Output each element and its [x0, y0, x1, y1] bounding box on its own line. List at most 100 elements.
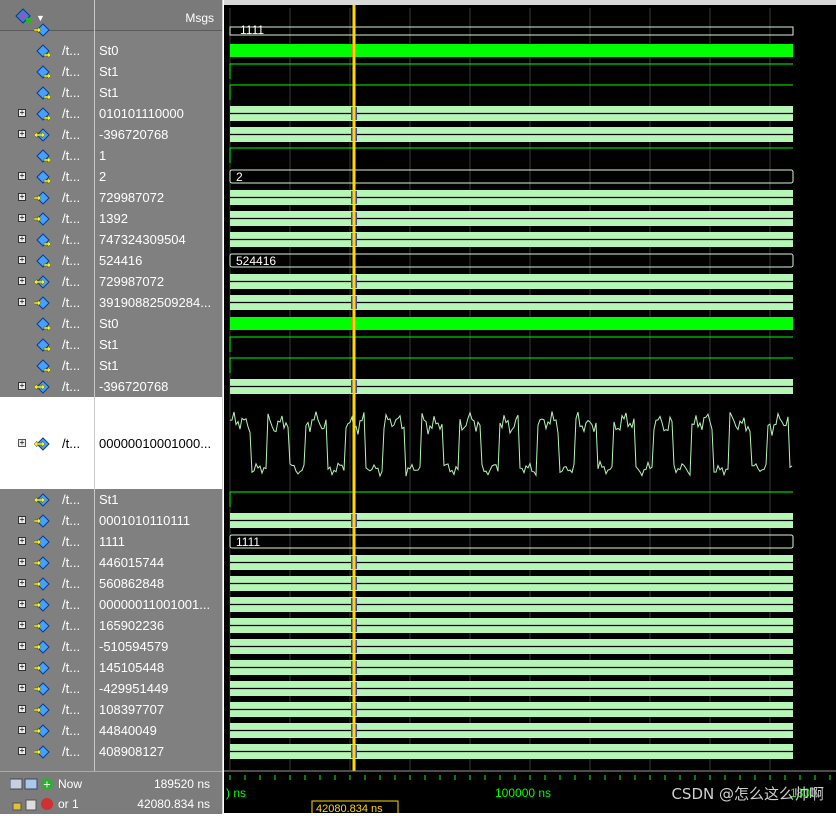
zoom-icon[interactable] — [24, 778, 38, 790]
signal-value-row[interactable]: 010101110000 — [95, 103, 222, 124]
signal-value-row[interactable]: 108397707 — [95, 699, 222, 720]
signal-value-row[interactable]: 1111 — [95, 531, 222, 552]
signal-name-row[interactable]: + /t... — [0, 187, 94, 208]
signal-name-row[interactable]: + /t... — [0, 657, 94, 678]
expand-icon[interactable]: + — [18, 172, 26, 180]
signal-value-row[interactable]: 39190882509284... — [95, 292, 222, 313]
signal-name-row[interactable]: /t... — [0, 313, 94, 334]
signal-name-row[interactable]: + /t... — [0, 208, 94, 229]
signal-value-row[interactable]: 00000010001000... — [95, 397, 222, 489]
signal-value: St1 — [99, 337, 119, 352]
expand-icon[interactable]: + — [18, 663, 26, 671]
signal-name-row[interactable]: + /t... — [0, 552, 94, 573]
signal-value-row[interactable]: -510594579 — [95, 636, 222, 657]
expand-icon[interactable]: + — [18, 747, 26, 755]
signal-value-row[interactable]: 560862848 — [95, 573, 222, 594]
edit-icon[interactable] — [25, 799, 37, 811]
signal-name-row[interactable]: + /t... — [0, 699, 94, 720]
signal-name-row[interactable]: + /t... — [0, 510, 94, 531]
expand-icon[interactable]: + — [18, 516, 26, 524]
expand-icon[interactable]: + — [18, 726, 26, 734]
signal-name-row[interactable]: + /t... — [0, 615, 94, 636]
signal-value-row[interactable]: 2 — [95, 166, 222, 187]
signal-name-row[interactable]: + /t... — [0, 124, 94, 145]
signal-value-row[interactable]: St1 — [95, 334, 222, 355]
signal-value-row[interactable]: 408908127 — [95, 741, 222, 762]
signal-name-row[interactable]: + /t... — [0, 720, 94, 741]
signal-value-pane[interactable]: Msgs St0 St1 St1 010101110000 -396720768 1 2 72… — [95, 0, 223, 813]
lock-icon[interactable] — [12, 802, 22, 811]
signal-value-row[interactable]: 1392 — [95, 208, 222, 229]
signal-name-pane[interactable]: ▼ /t.../t.../t... +/t... +/t.../t... +/t...… — [0, 0, 95, 813]
footer-icon-group[interactable]: + — [9, 777, 56, 791]
signal-name-row[interactable]: + /t... — [0, 229, 94, 250]
signal-name-row[interactable]: + /t... — [0, 292, 94, 313]
expand-icon[interactable]: + — [18, 621, 26, 629]
signal-name-row[interactable]: + /t... — [0, 103, 94, 124]
signal-value-row[interactable]: 1 — [95, 145, 222, 166]
signal-value-row[interactable]: -429951449 — [95, 678, 222, 699]
signal-value-row[interactable]: St1 — [95, 61, 222, 82]
remove-icon[interactable] — [41, 798, 53, 810]
waveform-pane[interactable]: 1111 2 524416 1111) ns 100000 ns 1800 42080.83… — [224, 0, 836, 813]
signal-value: 408908127 — [99, 744, 165, 759]
signal-name-row[interactable]: + /t... — [0, 166, 94, 187]
signal-value-row[interactable]: 165902236 — [95, 615, 222, 636]
signal-value-row[interactable]: 747324309504 — [95, 229, 222, 250]
signal-name-row[interactable]: /t... — [0, 355, 94, 376]
signal-name-row[interactable]: + /t... — [0, 376, 94, 397]
expand-icon[interactable]: + — [18, 382, 26, 390]
signal-name-row[interactable]: + /t... — [0, 594, 94, 615]
expand-icon[interactable]: + — [18, 277, 26, 285]
expand-icon[interactable]: + — [18, 109, 26, 117]
signal-value-row[interactable]: -396720768 — [95, 124, 222, 145]
expand-icon[interactable]: + — [18, 256, 26, 264]
expand-icon[interactable]: + — [18, 214, 26, 222]
signal-name-row[interactable]: /t... — [0, 40, 94, 61]
signal-name-row[interactable]: /t... — [0, 61, 94, 82]
signal-name-row[interactable]: + /t... — [0, 741, 94, 762]
signal-name-row[interactable]: + /t... — [0, 573, 94, 594]
expand-icon[interactable]: + — [18, 642, 26, 650]
expand-icon[interactable]: + — [18, 579, 26, 587]
signal-name-row[interactable]: /t... — [0, 82, 94, 103]
signal-value-row[interactable]: St1 — [95, 355, 222, 376]
signal-name-row[interactable]: /t... — [0, 145, 94, 166]
waveform-canvas[interactable]: 111125244161111) ns 100000 ns 180042080.83… — [224, 0, 836, 813]
signal-value-row[interactable]: 0001010110111 — [95, 510, 222, 531]
signal-name-row[interactable]: + /t... — [0, 531, 94, 552]
expand-icon[interactable]: + — [18, 235, 26, 243]
signal-name-row[interactable]: + /t... — [0, 397, 94, 489]
signal-value-row[interactable]: 524416 — [95, 250, 222, 271]
signal-name-row[interactable]: + /t... — [0, 636, 94, 657]
expand-icon[interactable]: + — [18, 684, 26, 692]
signal-name-row[interactable]: + /t... — [0, 250, 94, 271]
signal-value-row[interactable]: St0 — [95, 313, 222, 334]
expand-icon[interactable]: + — [18, 438, 26, 447]
cursor-icon-group[interactable] — [10, 797, 56, 811]
expand-icon[interactable]: + — [18, 193, 26, 201]
expand-icon[interactable]: + — [18, 558, 26, 566]
signal-value-row[interactable]: 00000011001001... — [95, 594, 222, 615]
signal-value-row[interactable]: 44840049 — [95, 720, 222, 741]
signal-name: /t... — [62, 295, 81, 310]
signal-name-row[interactable]: + /t... — [0, 678, 94, 699]
signal-value-row[interactable]: 729987072 — [95, 187, 222, 208]
signal-value-row[interactable]: 145105448 — [95, 657, 222, 678]
signal-name-row[interactable]: + /t... — [0, 271, 94, 292]
signal-value-row[interactable]: St0 — [95, 40, 222, 61]
signal-name-row[interactable]: /t... — [0, 489, 94, 510]
bus-const-label: 1111 — [236, 535, 260, 549]
signal-value-row[interactable]: -396720768 — [95, 376, 222, 397]
signal-value-row[interactable]: St1 — [95, 489, 222, 510]
signal-value-row[interactable]: St1 — [95, 82, 222, 103]
signal-value-row[interactable]: 729987072 — [95, 271, 222, 292]
expand-icon[interactable]: + — [18, 600, 26, 608]
signal-value-row[interactable]: 446015744 — [95, 552, 222, 573]
expand-icon[interactable]: + — [18, 130, 26, 138]
signal-name-row[interactable]: /t... — [0, 334, 94, 355]
expand-icon[interactable]: + — [18, 705, 26, 713]
expand-icon[interactable]: + — [18, 298, 26, 306]
layout-icon[interactable] — [9, 778, 23, 790]
expand-icon[interactable]: + — [18, 537, 26, 545]
